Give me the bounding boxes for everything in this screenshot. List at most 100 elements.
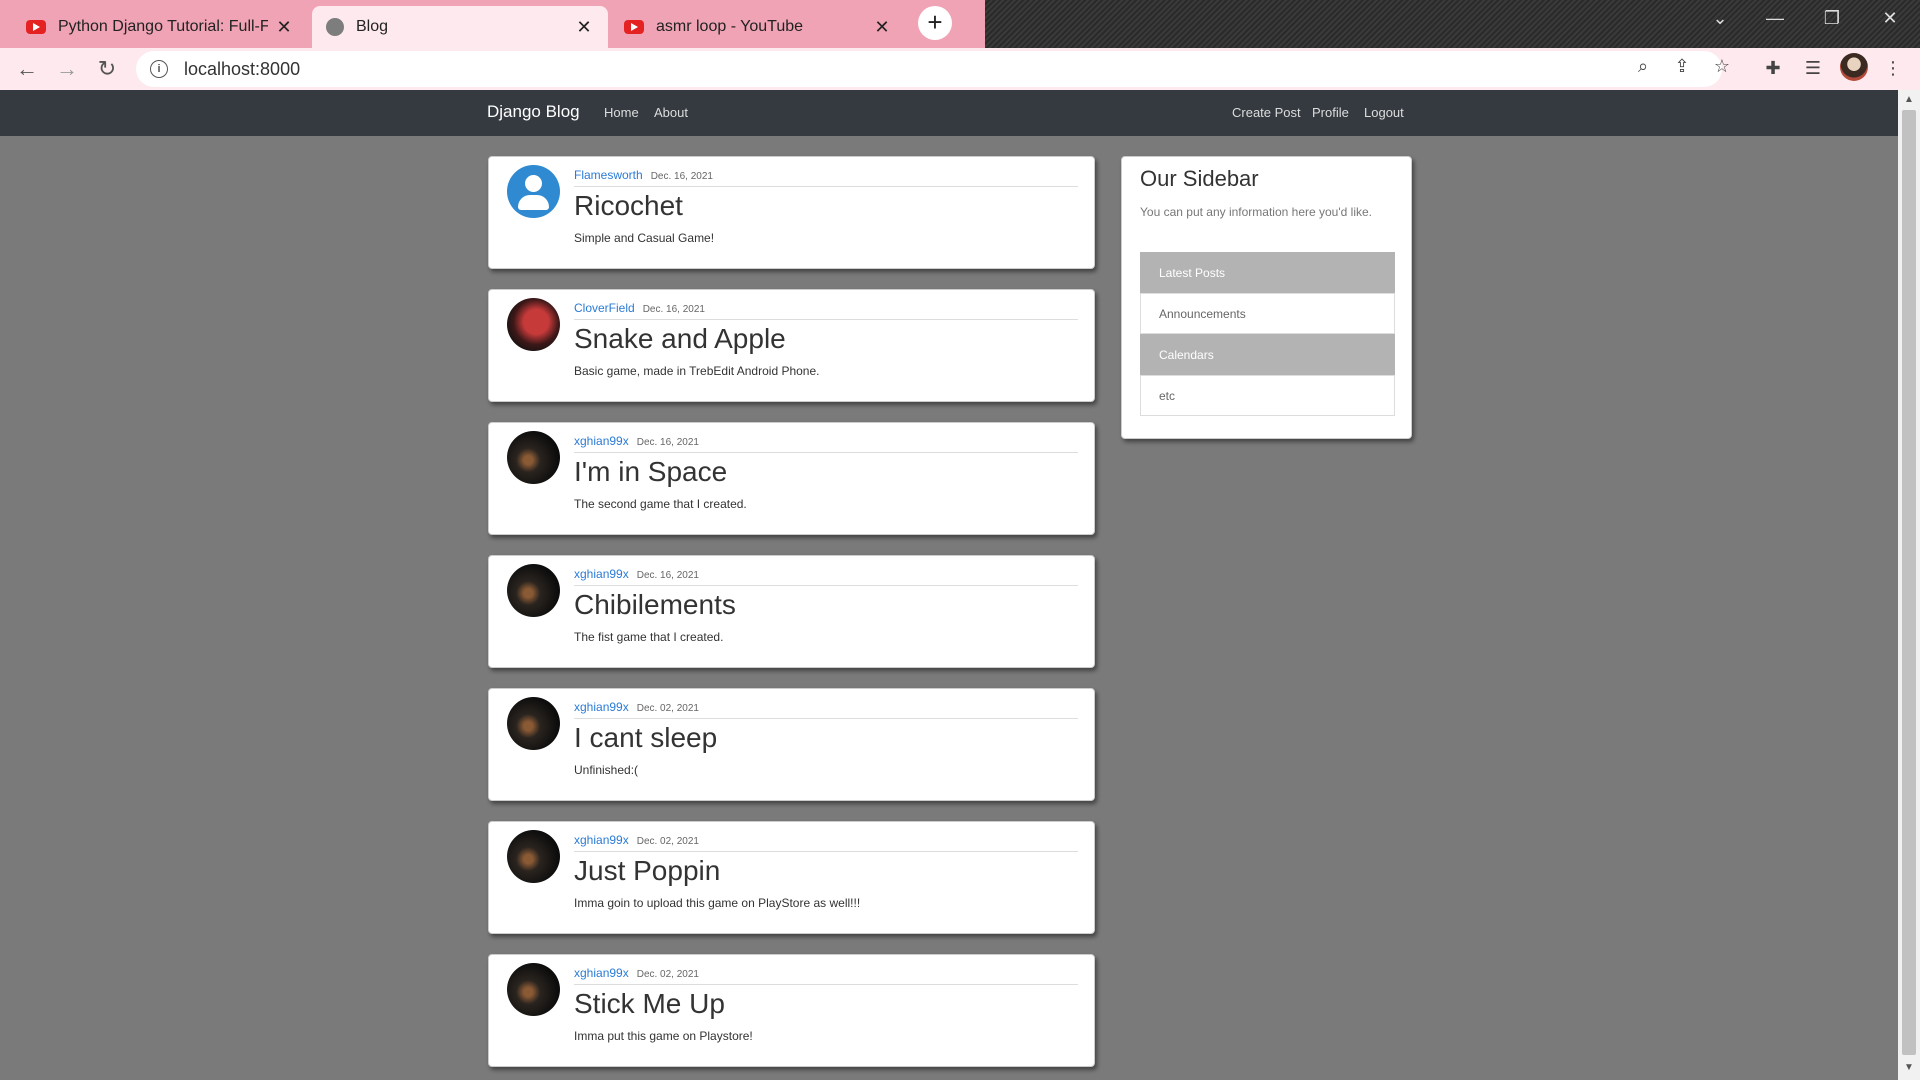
post-title-link[interactable]: I'm in Space [574, 456, 727, 488]
post-content: Simple and Casual Game! [574, 231, 715, 245]
post-card: CloverField Dec. 16, 2021 Snake and Apple… [488, 289, 1095, 402]
close-icon[interactable]: ✕ [872, 17, 892, 38]
post-title-link[interactable]: Ricochet [574, 190, 683, 222]
post-author-link[interactable]: xghian99x [574, 434, 629, 448]
scroll-down-arrow[interactable]: ▼ [1898, 1062, 1920, 1073]
reload-button[interactable]: ↻ [92, 54, 122, 84]
post-content: Imma goin to upload this game on PlaySto… [574, 896, 861, 910]
post-meta: CloverField Dec. 16, 2021 [574, 301, 1078, 320]
tab-label: Blog [356, 18, 389, 35]
sidebar-card: Our Sidebar You can put any information … [1121, 156, 1412, 439]
post-title-link[interactable]: Snake and Apple [574, 323, 786, 355]
browser-toolbar: ← → ↻ i localhost:8000 ⌕ ⇪ ☆ ✚ ☰ ⋮ [0, 48, 1920, 90]
site-info-icon[interactable]: i [150, 60, 168, 78]
post-meta: Flamesworth Dec. 16, 2021 [574, 168, 1078, 187]
post-meta: xghian99x Dec. 02, 2021 [574, 700, 1078, 719]
nav-home-link[interactable]: Home [604, 105, 639, 120]
sidebar-item-latest-posts[interactable]: Latest Posts [1140, 252, 1395, 293]
post-title-link[interactable]: Just Poppin [574, 855, 720, 887]
post-date: Dec. 02, 2021 [636, 969, 699, 980]
post-author-link[interactable]: xghian99x [574, 833, 629, 847]
post-title-link[interactable]: Stick Me Up [574, 988, 725, 1020]
zoom-icon[interactable]: ⌕ [1630, 56, 1656, 77]
menu-icon[interactable]: ⋮ [1880, 58, 1906, 79]
post-date: Dec. 16, 2021 [636, 437, 699, 448]
address-bar[interactable]: i localhost:8000 [136, 51, 1722, 87]
globe-icon [326, 18, 344, 36]
sidebar-item-announcements[interactable]: Announcements [1140, 293, 1395, 334]
forward-button[interactable]: → [52, 54, 82, 84]
post-meta: xghian99x Dec. 02, 2021 [574, 833, 1078, 852]
post-card: xghian99x Dec. 16, 2021 I'm in Space The … [488, 422, 1095, 535]
user-avatar [507, 431, 560, 484]
extensions-icon[interactable]: ✚ [1760, 58, 1786, 79]
tab-search-icon[interactable]: ⌄ [1700, 8, 1740, 29]
reading-list-icon[interactable]: ☰ [1800, 58, 1826, 79]
nav-create-post-link[interactable]: Create Post [1232, 105, 1301, 120]
youtube-icon [624, 20, 644, 34]
back-button[interactable]: ← [12, 54, 42, 84]
post-content: Imma put this game on Playstore! [574, 1029, 753, 1043]
youtube-icon [26, 20, 46, 34]
sidebar-title: Our Sidebar [1140, 166, 1259, 191]
tab-label: asmr loop - YouTube [656, 18, 804, 35]
post-card: xghian99x Dec. 16, 2021 Chibilements The … [488, 555, 1095, 668]
scrollbar-thumb[interactable] [1902, 110, 1916, 1055]
site-navbar: Django Blog Home About Create Post Profi… [0, 90, 1898, 136]
scrollbar[interactable]: ▲ ▼ [1898, 90, 1920, 1080]
close-window-button[interactable]: ✕ [1870, 8, 1910, 29]
post-card: xghian99x Dec. 02, 2021 Stick Me Up Imma … [488, 954, 1095, 1067]
post-date: Dec. 16, 2021 [636, 570, 699, 581]
post-author-link[interactable]: xghian99x [574, 700, 629, 714]
post-date: Dec. 02, 2021 [636, 703, 699, 714]
new-tab-button[interactable]: + [918, 6, 952, 40]
post-author-link[interactable]: xghian99x [574, 966, 629, 980]
user-avatar [507, 830, 560, 883]
url-text: localhost:8000 [184, 58, 301, 79]
post-date: Dec. 16, 2021 [650, 171, 713, 182]
tab-python-django-tutorial[interactable]: Python Django Tutorial: Full-Feat ✕ [12, 6, 308, 48]
post-title-link[interactable]: Chibilements [574, 589, 736, 621]
post-author-link[interactable]: CloverField [574, 301, 635, 315]
bookmark-star-icon[interactable]: ☆ [1709, 56, 1735, 77]
post-date: Dec. 16, 2021 [642, 304, 705, 315]
close-icon[interactable]: ✕ [574, 17, 594, 38]
post-meta: xghian99x Dec. 02, 2021 [574, 966, 1078, 985]
minimize-button[interactable]: — [1755, 8, 1795, 29]
post-content: Basic game, made in TrebEdit Android Pho… [574, 364, 820, 378]
post-date: Dec. 02, 2021 [636, 836, 699, 847]
post-title-link[interactable]: I cant sleep [574, 722, 717, 754]
brand-link[interactable]: Django Blog [487, 102, 580, 122]
user-avatar [507, 697, 560, 750]
tab-blog[interactable]: Blog ✕ [312, 6, 608, 48]
post-author-link[interactable]: Flamesworth [574, 168, 643, 182]
sidebar-item-etc[interactable]: etc [1140, 375, 1395, 416]
post-card: Flamesworth Dec. 16, 2021 Ricochet Simple… [488, 156, 1095, 269]
post-content: Unfinished:( [574, 763, 639, 777]
share-icon[interactable]: ⇪ [1669, 56, 1695, 77]
post-content: The fist game that I created. [574, 630, 724, 644]
post-meta: xghian99x Dec. 16, 2021 [574, 567, 1078, 586]
page-viewport: Django Blog Home About Create Post Profi… [0, 90, 1898, 1080]
user-avatar [507, 298, 560, 351]
browser-tab-bar: Python Django Tutorial: Full-Feat ✕ Blog… [0, 0, 1920, 48]
post-author-link[interactable]: xghian99x [574, 567, 629, 581]
nav-profile-link[interactable]: Profile [1312, 105, 1349, 120]
user-avatar [507, 165, 560, 218]
restore-button[interactable]: ❐ [1812, 8, 1852, 29]
tab-asmr-loop[interactable]: asmr loop - YouTube ✕ [610, 6, 906, 48]
user-avatar [507, 963, 560, 1016]
nav-about-link[interactable]: About [654, 105, 688, 120]
post-meta: xghian99x Dec. 16, 2021 [574, 434, 1078, 453]
user-avatar [507, 564, 560, 617]
sidebar-item-calendars[interactable]: Calendars [1140, 334, 1395, 375]
post-card: xghian99x Dec. 02, 2021 I cant sleep Unfi… [488, 688, 1095, 801]
post-content: The second game that I created. [574, 497, 747, 511]
scroll-up-arrow[interactable]: ▲ [1898, 94, 1920, 105]
tab-label: Python Django Tutorial: Full-Feat [58, 18, 268, 35]
nav-logout-link[interactable]: Logout [1364, 105, 1404, 120]
post-card: xghian99x Dec. 02, 2021 Just Poppin Imma … [488, 821, 1095, 934]
profile-avatar[interactable] [1840, 53, 1868, 81]
sidebar-text: You can put any information here you'd l… [1140, 205, 1372, 219]
close-icon[interactable]: ✕ [274, 17, 294, 38]
